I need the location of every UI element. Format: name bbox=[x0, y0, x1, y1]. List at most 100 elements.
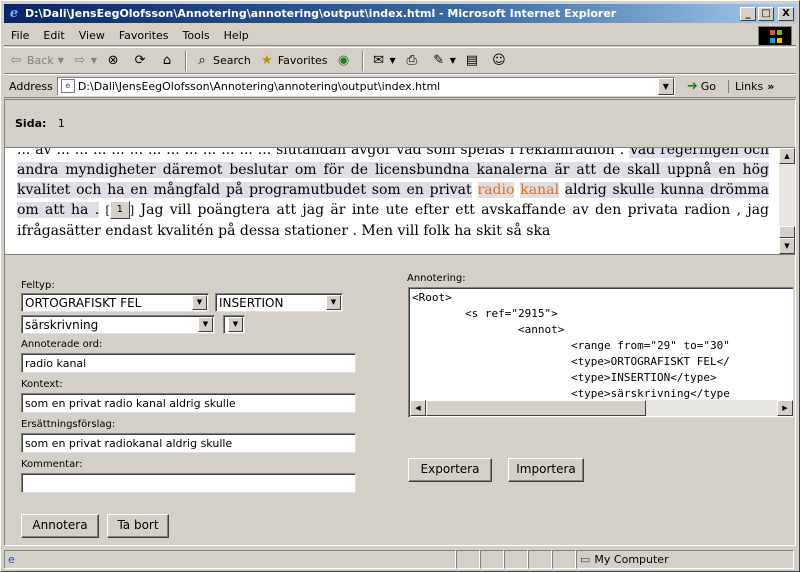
scroll-left-button[interactable]: ◀ bbox=[410, 400, 426, 416]
subsubtype-select[interactable]: särskrivning ▼ bbox=[21, 315, 215, 334]
subtype-select[interactable]: INSERTION ▼ bbox=[215, 293, 343, 312]
zone-label: My Computer bbox=[594, 553, 669, 566]
home-button[interactable]: ⌂ bbox=[155, 50, 182, 72]
annotering-xml: <Root> <s ref="2915"> <annot> <range fro… bbox=[412, 291, 730, 400]
feltyp-select[interactable]: ORTOGRAFISKT FEL ▼ bbox=[21, 293, 209, 312]
scroll-thumb[interactable] bbox=[426, 400, 646, 416]
back-button[interactable]: ⇦ Back ▼ bbox=[4, 50, 68, 72]
mail-button[interactable]: ✉ ▼ bbox=[367, 50, 400, 72]
chevron-down-icon: ▼ bbox=[90, 56, 98, 65]
sida-label: Sida: bbox=[15, 117, 47, 130]
text-segment[interactable]: Men vill folk ha skit så ska bbox=[361, 223, 550, 239]
annotated-word[interactable]: radio bbox=[477, 182, 515, 198]
chevron-down-icon: ▼ bbox=[198, 317, 213, 332]
annoterade-label: Annoterade ord: bbox=[21, 339, 103, 350]
menu-file[interactable]: File bbox=[4, 29, 36, 42]
links-button[interactable]: Links » bbox=[727, 79, 774, 93]
menu-favorites[interactable]: Favorites bbox=[112, 29, 176, 42]
chevron-down-icon: ▼ bbox=[389, 56, 396, 65]
chevron-down-icon: ▼ bbox=[228, 317, 243, 332]
ta-bort-button[interactable]: Ta bort bbox=[107, 514, 169, 538]
menu-tools[interactable]: Tools bbox=[176, 29, 217, 42]
edit-icon: ✎ bbox=[433, 52, 445, 68]
text-vertical-scrollbar[interactable]: ▲ ▼ bbox=[779, 148, 795, 254]
page-done-icon: e bbox=[8, 553, 15, 566]
go-label: Go bbox=[700, 79, 716, 93]
text-panel: ... av ... ... ... ... ... ... ... ... .… bbox=[5, 147, 795, 255]
extra-select[interactable]: ▼ bbox=[223, 315, 245, 334]
status-zone: ▭ My Computer bbox=[576, 550, 794, 569]
menu-edit[interactable]: Edit bbox=[36, 29, 71, 42]
page-content: Sida: 1 ... av ... ... ... ... ... ... .… bbox=[4, 99, 796, 546]
scroll-down-button[interactable]: ▼ bbox=[779, 238, 795, 254]
annotation-number-button[interactable]: 1 bbox=[109, 201, 130, 219]
ersattning-input[interactable]: som en privat radiokanal aldrig skulle bbox=[21, 433, 356, 453]
annotering-label: Annotering: bbox=[407, 273, 466, 284]
standard-toolbar: ⇦ Back ▼ ⇨ ▼ ⊗ ⟳ ⌂ ⌕ Search ★ Favorites … bbox=[4, 47, 796, 74]
star-icon: ★ bbox=[261, 52, 273, 68]
media-button[interactable]: ◉ bbox=[332, 50, 359, 72]
window-title: D:\Dali\JensEegOlofsson\Annotering\annot… bbox=[25, 7, 617, 20]
scroll-thumb[interactable] bbox=[779, 226, 795, 238]
chevron-down-icon: ▼ bbox=[449, 56, 456, 65]
chevron-down-icon: ▼ bbox=[326, 295, 341, 310]
favorites-label: Favorites bbox=[277, 54, 328, 67]
feltyp-value: ORTOGRAFISKT FEL bbox=[25, 296, 142, 310]
annoterade-ord-input[interactable]: radio kanal bbox=[21, 353, 356, 373]
forward-button[interactable]: ⇨ ▼ bbox=[68, 50, 101, 72]
favorites-button[interactable]: ★ Favorites bbox=[255, 50, 332, 72]
stop-button[interactable]: ⊗ bbox=[101, 50, 128, 72]
back-label: Back bbox=[27, 54, 54, 67]
annotering-xml-box[interactable]: <Root> <s ref="2915"> <annot> <range fro… bbox=[408, 287, 794, 418]
address-url: D:\Dali\JensEegOlofsson\Annotering\annot… bbox=[77, 79, 441, 93]
media-icon: ◉ bbox=[337, 52, 350, 68]
importera-button[interactable]: Importera bbox=[508, 458, 584, 482]
ie-window: e D:\Dali\JensEegOlofsson\Annotering\ann… bbox=[0, 0, 800, 572]
menu-bar: File Edit View Favorites Tools Help bbox=[4, 25, 796, 46]
minimize-button[interactable]: _ bbox=[740, 6, 756, 21]
xml-horizontal-scrollbar[interactable]: ◀ ▶ bbox=[410, 400, 793, 416]
sida-value: 1 bbox=[57, 117, 65, 130]
windows-logo-icon bbox=[758, 26, 792, 46]
kommentar-input[interactable] bbox=[21, 473, 356, 493]
discuss-icon: ▤ bbox=[465, 52, 478, 68]
go-arrow-icon: ➜ bbox=[686, 78, 698, 94]
refresh-button[interactable]: ⟳ bbox=[128, 50, 155, 72]
exportera-button[interactable]: Exportera bbox=[408, 458, 492, 482]
ie-logo-icon: e bbox=[9, 5, 19, 21]
status-pane bbox=[456, 550, 480, 569]
scroll-right-button[interactable]: ▶ bbox=[777, 400, 793, 416]
messenger-button[interactable]: ☺ bbox=[487, 50, 514, 72]
annotera-button[interactable]: Annotera bbox=[21, 514, 99, 538]
close-button[interactable]: X bbox=[778, 6, 794, 21]
annotated-word[interactable]: kanal bbox=[520, 182, 559, 198]
refresh-icon: ⟳ bbox=[134, 52, 146, 68]
menu-help[interactable]: Help bbox=[217, 29, 256, 42]
print-button[interactable]: ⎙ bbox=[400, 50, 427, 72]
messenger-icon: ☺ bbox=[492, 52, 506, 68]
scroll-up-button[interactable]: ▲ bbox=[779, 148, 795, 164]
mail-icon: ✉ bbox=[373, 52, 384, 68]
chevron-down-icon: ▼ bbox=[192, 295, 207, 310]
edit-button[interactable]: ✎ ▼ bbox=[427, 50, 460, 72]
maximize-button[interactable]: □ bbox=[758, 6, 774, 21]
toolbar-separator bbox=[361, 50, 364, 71]
address-input[interactable]: e D:\Dali\JensEegOlofsson\Annotering\ann… bbox=[56, 76, 675, 96]
page-icon: e bbox=[60, 79, 75, 93]
status-pane bbox=[528, 550, 552, 569]
go-button[interactable]: ➜ Go bbox=[683, 79, 720, 94]
text-segment[interactable]: slutändan avgör vad som spelas i reklamr… bbox=[276, 148, 624, 158]
subsubtype-value: särskrivning bbox=[25, 318, 99, 332]
links-label: Links bbox=[734, 79, 764, 93]
home-icon: ⌂ bbox=[162, 52, 172, 68]
discuss-button[interactable]: ▤ bbox=[460, 50, 487, 72]
address-bar: Address e D:\Dali\JensEegOlofsson\Annote… bbox=[4, 74, 796, 98]
annotated-text: ... av ... ... ... ... ... ... ... ... .… bbox=[17, 148, 769, 241]
search-button[interactable]: ⌕ Search bbox=[190, 50, 255, 72]
kontext-label: Kontext: bbox=[21, 379, 63, 390]
page-indicator: Sida: 1 bbox=[15, 117, 65, 130]
status-pane bbox=[480, 550, 504, 569]
menu-view[interactable]: View bbox=[72, 29, 112, 42]
address-dropdown-button[interactable]: ▼ bbox=[657, 77, 674, 95]
kontext-input[interactable]: som en privat radio kanal aldrig skulle bbox=[21, 393, 356, 413]
